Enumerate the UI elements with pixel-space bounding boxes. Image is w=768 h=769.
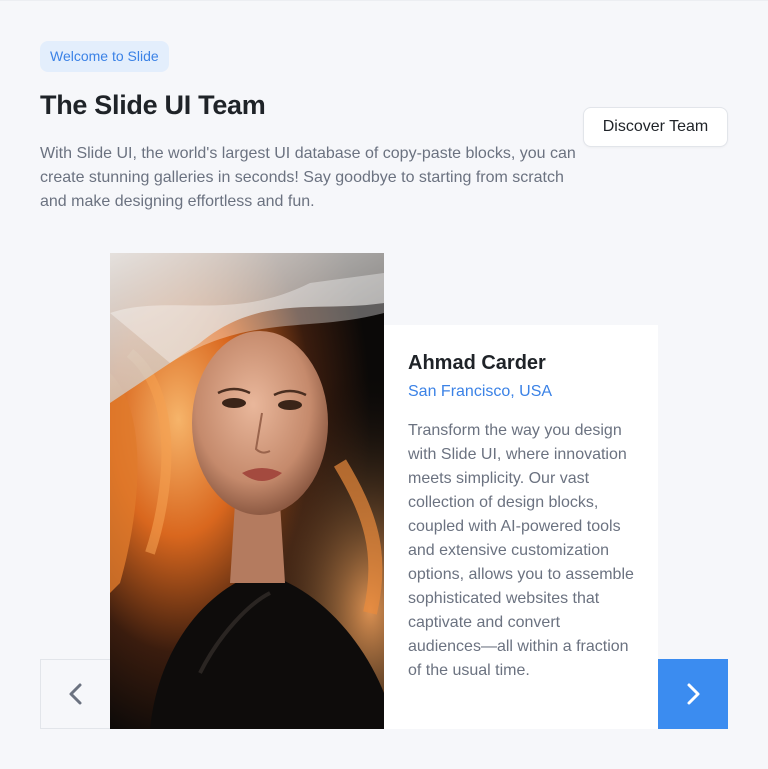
page-title: The Slide UI Team <box>40 90 266 120</box>
chevron-left-icon <box>69 683 81 705</box>
top-divider <box>0 0 768 1</box>
portrait-illustration <box>110 253 384 729</box>
member-photo <box>110 253 384 729</box>
welcome-badge: Welcome to Slide <box>40 41 169 72</box>
member-bio: Transform the way you design with Slide … <box>408 422 634 679</box>
member-name: Ahmad Carder <box>408 352 546 374</box>
next-slide-button[interactable] <box>658 659 728 729</box>
member-card: Ahmad Carder San Francisco, USA Transfor… <box>384 325 658 729</box>
member-location: San Francisco, USA <box>408 383 553 400</box>
page-description: With Slide UI, the world's largest UI da… <box>40 145 576 210</box>
previous-slide-button[interactable] <box>40 659 110 729</box>
discover-team-button[interactable]: Discover Team <box>583 107 728 147</box>
chevron-right-icon <box>687 683 700 705</box>
